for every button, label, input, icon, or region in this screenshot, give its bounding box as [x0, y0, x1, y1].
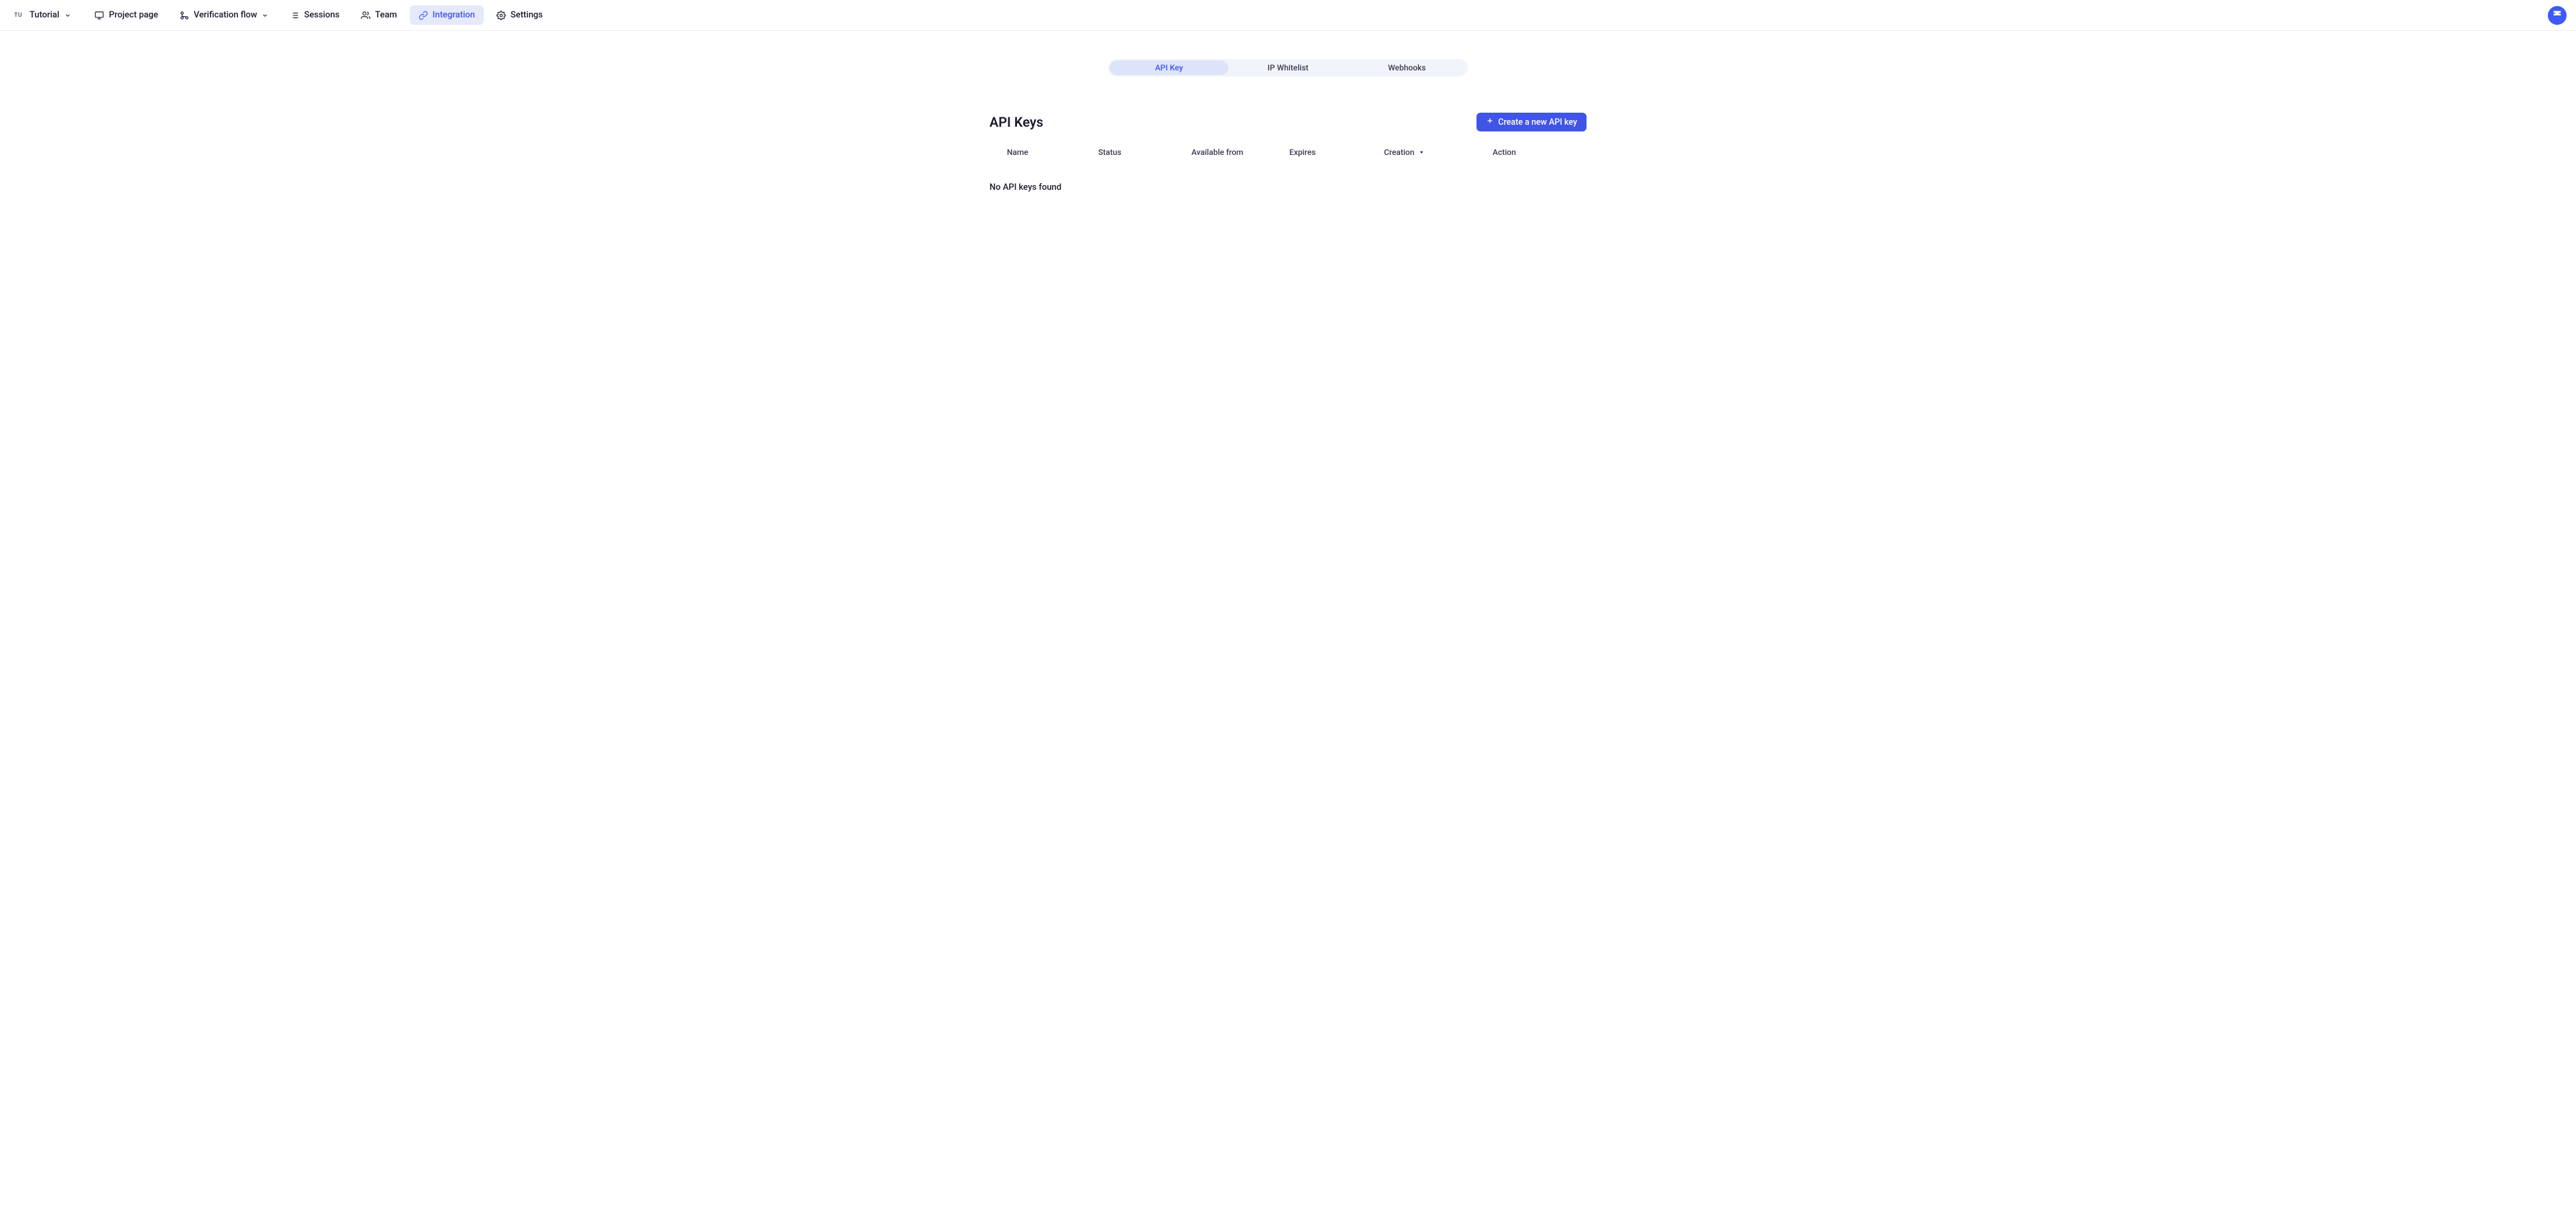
page-body: API Keys Create a new API key Name Statu…	[989, 113, 1587, 192]
users-icon	[361, 11, 370, 20]
column-action: Action	[1493, 148, 1587, 157]
nav-label: Sessions	[304, 10, 339, 20]
nav-label: Settings	[511, 10, 543, 20]
column-label: Creation	[1384, 148, 1414, 157]
nav-label: Team	[375, 10, 397, 20]
tab-api-key[interactable]: API Key	[1110, 60, 1228, 75]
chevron-down-icon	[262, 12, 268, 19]
nav-settings[interactable]: Settings	[488, 5, 551, 25]
nav-label: Project page	[109, 10, 158, 20]
logo-icon	[2552, 9, 2563, 22]
tab-webhooks[interactable]: Webhooks	[1348, 60, 1466, 75]
column-creation[interactable]: Creation	[1384, 148, 1493, 157]
nav-project-page[interactable]: Project page	[86, 5, 166, 25]
nav-label: Verification flow	[194, 10, 258, 20]
project-name: Tutorial	[30, 10, 59, 20]
column-status[interactable]: Status	[1098, 148, 1191, 157]
table-header: Name Status Available from Expires Creat…	[989, 148, 1587, 157]
avatar[interactable]	[2548, 6, 2567, 25]
gear-icon	[496, 11, 506, 20]
page-header: API Keys Create a new API key	[989, 113, 1587, 131]
nav-verification-flow[interactable]: Verification flow	[171, 5, 278, 25]
chevron-down-icon	[64, 12, 71, 19]
column-expires[interactable]: Expires	[1289, 148, 1384, 157]
nav-team[interactable]: Team	[352, 5, 406, 25]
link-icon	[419, 11, 428, 20]
nav-label: Integration	[433, 10, 475, 20]
sort-desc-icon	[1418, 149, 1425, 156]
create-api-key-button[interactable]: Create a new API key	[1477, 113, 1587, 131]
project-selector[interactable]: TU Tutorial	[12, 10, 71, 20]
monitor-icon	[95, 11, 104, 20]
column-available-from[interactable]: Available from	[1191, 148, 1289, 157]
main-nav: Project page Verification flow Sessions …	[86, 5, 551, 25]
page-title: API Keys	[989, 114, 1043, 130]
plus-icon	[1486, 117, 1494, 127]
project-badge: TU	[12, 11, 24, 20]
main-content: API Key IP Whitelist Webhooks API Keys C…	[0, 31, 2576, 192]
flow-icon	[180, 11, 189, 20]
column-name[interactable]: Name	[1007, 148, 1098, 157]
list-icon	[290, 11, 299, 20]
nav-sessions[interactable]: Sessions	[281, 5, 348, 25]
empty-state: No API keys found	[989, 182, 1587, 192]
top-nav: TU Tutorial Project page Verification fl…	[0, 0, 2576, 31]
button-label: Create a new API key	[1498, 117, 1577, 127]
segmented-tabs: API Key IP Whitelist Webhooks	[1108, 59, 1468, 76]
tab-ip-whitelist[interactable]: IP Whitelist	[1228, 60, 1347, 75]
nav-integration[interactable]: Integration	[410, 5, 484, 25]
